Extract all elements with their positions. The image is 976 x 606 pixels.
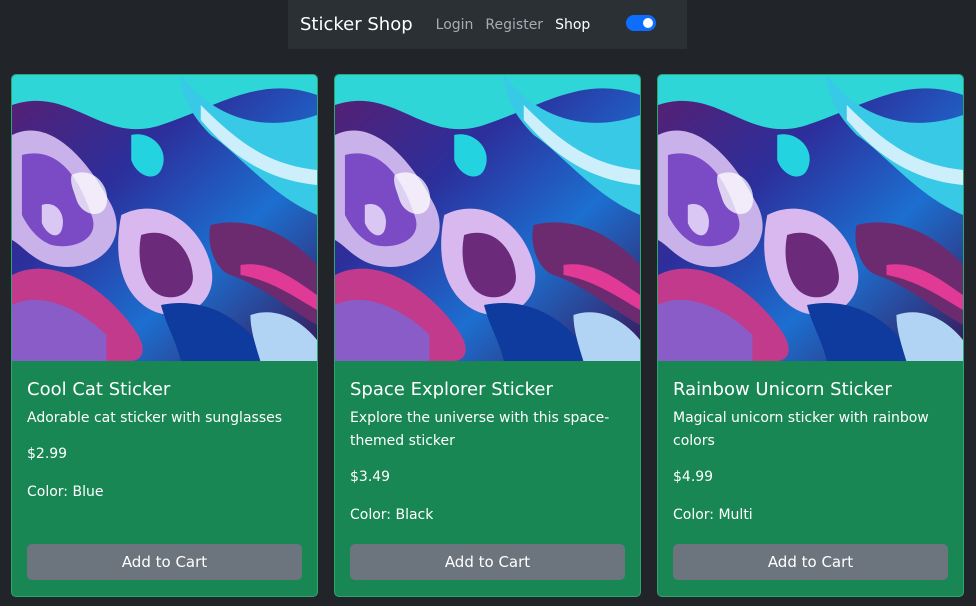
card-body: Space Explorer Sticker Explore the unive…: [350, 361, 625, 596]
product-image: [335, 75, 640, 361]
product-description: Adorable cat sticker with sunglasses: [27, 410, 283, 426]
product-price: $2.99: [27, 446, 68, 462]
product-description: Magical unicorn sticker with rainbow col…: [673, 410, 929, 449]
card-body: Cool Cat Sticker Adorable cat sticker wi…: [27, 361, 302, 596]
card-body: Rainbow Unicorn Sticker Magical unicorn …: [673, 361, 948, 596]
product-title: Space Explorer Sticker: [350, 379, 553, 400]
toggle-knob: [643, 18, 653, 28]
nav-link-shop[interactable]: Shop: [555, 17, 590, 33]
add-to-cart-button[interactable]: Add to Cart: [27, 544, 302, 580]
product-price: $4.99: [673, 469, 714, 485]
product-card: Space Explorer Sticker Explore the unive…: [334, 74, 641, 597]
product-description: Explore the universe with this space-the…: [350, 410, 610, 449]
product-color: Color: Black: [350, 507, 434, 523]
add-to-cart-button[interactable]: Add to Cart: [350, 544, 625, 580]
product-image: [12, 75, 317, 361]
top-navbar: Sticker Shop Login Register Shop: [288, 0, 687, 49]
add-to-cart-button[interactable]: Add to Cart: [673, 544, 948, 580]
product-color: Color: Blue: [27, 484, 104, 500]
nav-link-login[interactable]: Login: [436, 17, 474, 33]
product-image: [658, 75, 963, 361]
product-card: Rainbow Unicorn Sticker Magical unicorn …: [657, 74, 964, 597]
nav-link-register[interactable]: Register: [485, 17, 543, 33]
theme-toggle-switch[interactable]: [626, 15, 656, 31]
product-title: Rainbow Unicorn Sticker: [673, 379, 892, 400]
product-card: Cool Cat Sticker Adorable cat sticker wi…: [11, 74, 318, 597]
brand-title[interactable]: Sticker Shop: [300, 14, 413, 35]
product-color: Color: Multi: [673, 507, 753, 523]
product-price: $3.49: [350, 469, 391, 485]
product-title: Cool Cat Sticker: [27, 379, 171, 400]
